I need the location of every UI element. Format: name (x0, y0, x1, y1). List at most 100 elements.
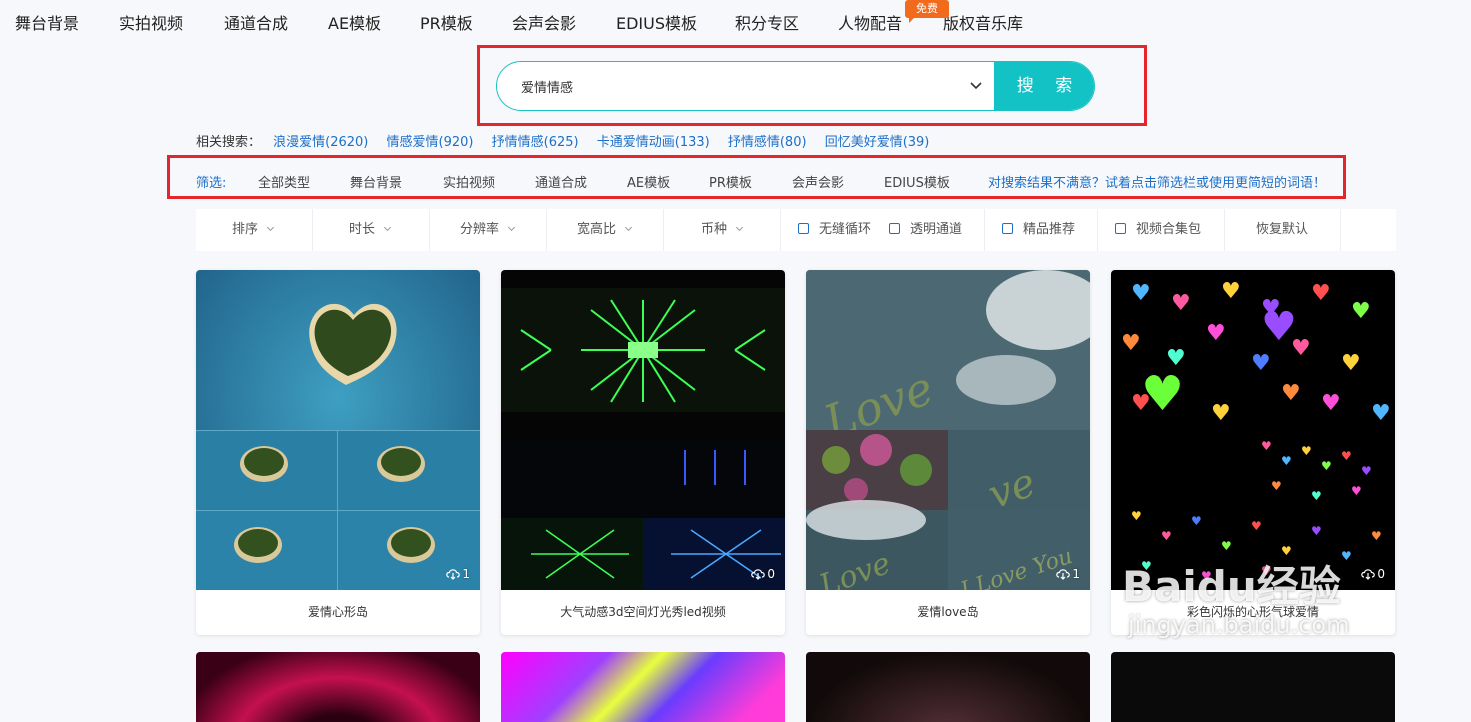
video-title[interactable]: 大气动感3d空间灯光秀led视频 (501, 590, 785, 635)
svg-text:♥: ♥ (1221, 539, 1232, 553)
svg-text:♥: ♥ (1131, 509, 1142, 523)
seamless-loop-checkbox[interactable]: 无缝循环 (798, 209, 871, 251)
filter-type-ae[interactable]: AE模板 (627, 172, 670, 191)
checkbox-icon (798, 223, 809, 234)
resolution-label: 分辨率 (460, 222, 500, 237)
filter-tip: 对搜索结果不满意？试着点击筛选栏或使用更简短的词语！ (988, 176, 1327, 191)
download-number: 1 (1072, 567, 1080, 581)
svg-text:♥: ♥ (1311, 524, 1322, 538)
divider (780, 209, 781, 251)
download-count: 0 (751, 567, 775, 581)
svg-text:♥: ♥ (1261, 439, 1272, 453)
video-card[interactable]: Love ve Love I Love You 1 爱情love岛 (806, 270, 1090, 635)
download-count: 1 (1056, 567, 1080, 581)
download-number: 1 (462, 567, 470, 581)
svg-text:♥: ♥ (1161, 529, 1172, 543)
filter-type-all[interactable]: 全部类型 (258, 172, 310, 191)
related-link[interactable]: 情感爱情(920) (387, 135, 474, 150)
filter-type-channel[interactable]: 通道合成 (535, 172, 587, 191)
svg-text:♥: ♥ (1251, 351, 1271, 376)
video-thumbnail[interactable] (1111, 652, 1395, 722)
svg-text:♥: ♥ (1281, 454, 1292, 468)
nav-item-channel-composite[interactable]: 通道合成 (224, 10, 288, 34)
baidu-watermark: Baidu经验 jingyan.baidu.com (1122, 564, 1349, 640)
currency-label: 币种 (701, 222, 728, 237)
reset-default-button[interactable]: 恢复默认 (1256, 209, 1308, 251)
download-number: 0 (767, 567, 775, 581)
divider (546, 209, 547, 251)
download-number: 0 (1377, 567, 1385, 581)
related-link[interactable]: 回忆美好爱情(39) (825, 135, 930, 150)
alpha-channel-label: 透明通道 (910, 222, 963, 237)
svg-text:♥: ♥ (1281, 381, 1301, 406)
svg-text:♥: ♥ (1206, 321, 1226, 346)
video-thumbnail (196, 270, 480, 590)
nav-item-voice-dubbing[interactable]: 人物配音 (838, 10, 902, 34)
search-button[interactable]: 搜 索 (994, 62, 1094, 110)
nav-item-ae-template[interactable]: AE模板 (328, 10, 381, 34)
nav-item-points-zone[interactable]: 积分专区 (735, 10, 799, 34)
divider (1340, 209, 1341, 251)
free-badge: 免费 (905, 0, 949, 23)
video-thumbnail[interactable] (196, 652, 480, 722)
video-thumbnail[interactable] (501, 652, 785, 722)
collection-label: 视频合集包 (1136, 222, 1202, 237)
divider (663, 209, 664, 251)
filter-type-stage[interactable]: 舞台背景 (350, 172, 402, 191)
video-title[interactable]: 爱情love岛 (806, 590, 1090, 635)
sort-dropdown[interactable]: 排序 (232, 209, 275, 251)
related-link[interactable]: 浪漫爱情(2620) (273, 135, 368, 150)
svg-text:♥: ♥ (1271, 479, 1282, 493)
svg-text:♥: ♥ (1121, 331, 1141, 356)
svg-text:♥: ♥ (1341, 449, 1352, 463)
aspect-label: 宽高比 (577, 222, 617, 237)
resolution-dropdown[interactable]: 分辨率 (460, 209, 516, 251)
nav-item-stage-bg[interactable]: 舞台背景 (15, 10, 79, 34)
related-searches: 相关搜索： 浪漫爱情(2620) 情感爱情(920) 抒情情感(625) 卡通爱… (196, 131, 943, 150)
video-card[interactable]: 1 爱情心形岛 (196, 270, 480, 635)
svg-text:♥: ♥ (1211, 401, 1231, 426)
svg-text:♥: ♥ (1171, 291, 1191, 316)
filter-type-pr[interactable]: PR模板 (709, 172, 752, 191)
chevron-down-icon (266, 223, 275, 232)
chevron-down-icon[interactable] (969, 78, 983, 92)
download-count: 0 (1361, 567, 1385, 581)
filter-type-edius[interactable]: EDIUS模板 (884, 172, 950, 191)
nav-item-live-video[interactable]: 实拍视频 (119, 10, 183, 34)
divider (1097, 209, 1098, 251)
nav-item-pr-template[interactable]: PR模板 (420, 10, 473, 34)
seamless-loop-label: 无缝循环 (819, 222, 872, 237)
svg-text:♥: ♥ (1311, 489, 1322, 503)
divider (1224, 209, 1225, 251)
svg-text:♥: ♥ (1131, 281, 1151, 306)
svg-text:♥: ♥ (1371, 529, 1382, 543)
related-link[interactable]: 抒情情感(625) (492, 135, 579, 150)
filter-label: 筛选: (196, 176, 227, 191)
featured-checkbox[interactable]: 精品推荐 (1002, 209, 1075, 251)
search-input[interactable] (521, 62, 961, 110)
video-card[interactable]: 0 大气动感3d空间灯光秀led视频 (501, 270, 785, 635)
video-title[interactable]: 爱情心形岛 (196, 590, 480, 635)
svg-text:♥: ♥ (1321, 391, 1341, 416)
alpha-channel-checkbox[interactable]: 透明通道 (889, 209, 962, 251)
related-link[interactable]: 抒情感情(80) (728, 135, 807, 150)
nav-item-huisheng[interactable]: 会声会影 (512, 10, 576, 34)
nav-item-edius-template[interactable]: EDIUS模板 (616, 10, 697, 34)
watermark-brand: Baidu经验 (1122, 562, 1341, 611)
filter-type-live[interactable]: 实拍视频 (443, 172, 495, 191)
video-thumbnail[interactable] (806, 652, 1090, 722)
nav-item-music-library[interactable]: 版权音乐库 (943, 10, 1023, 34)
svg-text:♥: ♥ (1311, 281, 1331, 306)
collection-checkbox[interactable]: 视频合集包 (1115, 209, 1201, 251)
chevron-down-icon (735, 223, 744, 232)
svg-text:♥: ♥ (1341, 351, 1361, 376)
sort-label: 排序 (232, 222, 259, 237)
duration-dropdown[interactable]: 时长 (349, 209, 392, 251)
svg-text:♥: ♥ (1261, 304, 1297, 350)
svg-text:♥: ♥ (1281, 544, 1292, 558)
svg-text:♥: ♥ (1361, 464, 1372, 478)
currency-dropdown[interactable]: 币种 (701, 209, 744, 251)
aspect-dropdown[interactable]: 宽高比 (577, 209, 633, 251)
filter-type-huisheng[interactable]: 会声会影 (792, 172, 844, 191)
related-link[interactable]: 卡通爱情动画(133) (597, 135, 710, 150)
